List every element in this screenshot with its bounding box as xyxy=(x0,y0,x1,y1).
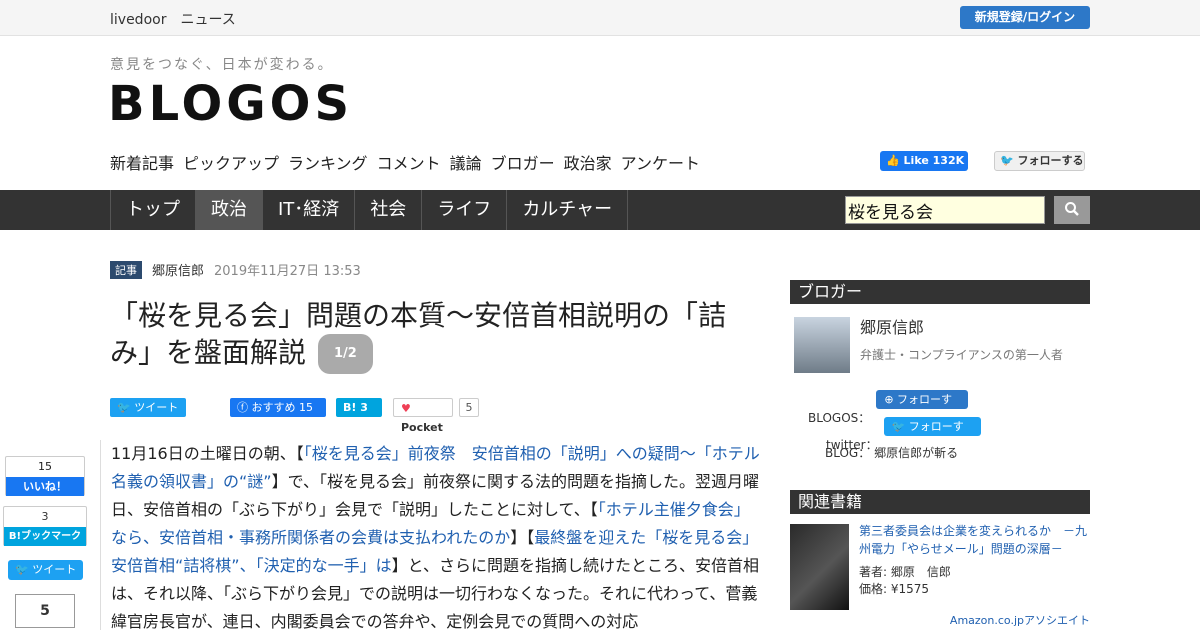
tab-culture[interactable]: カルチャー xyxy=(507,190,629,230)
site-tagline: 意見をつなぐ、日本が変わる。 xyxy=(110,57,334,73)
facebook-like-label: いいね！ xyxy=(6,477,84,496)
subnav-survey[interactable]: アンケート xyxy=(621,150,700,174)
search-input[interactable] xyxy=(845,196,1045,224)
body-text: 11月16日の土曜日の朝、【 xyxy=(111,444,304,463)
side-facebook-like[interactable]: 15 いいね！ xyxy=(5,456,85,496)
twitter-bird-icon: 🐦 xyxy=(117,401,131,414)
twitter-follow-button[interactable]: 🐦 フォローする xyxy=(994,151,1085,171)
facebook-recommend-label: おすすめ 15 xyxy=(251,401,314,414)
blogos-follow-button[interactable]: ⊕ フォローする xyxy=(876,390,969,425)
sidebar-twitter-follow-button[interactable]: 🐦 フォローする xyxy=(883,417,981,452)
article-title-text: 「桜を見る会」問題の本質～安倍首相説明の「詰み」を盤面解説 xyxy=(110,299,727,369)
tab-society[interactable]: 社会 xyxy=(355,190,423,230)
twitter-bird-icon: 🐦 xyxy=(1000,154,1014,167)
blogos-logo[interactable]: BLOGOS xyxy=(108,78,353,130)
article-body: 11月16日の土曜日の朝、【「桜を見る会」前夜祭 安倍首相の「説明」への疑問～「… xyxy=(100,440,760,630)
blog-name-link[interactable]: 郷原信郎が斬る xyxy=(874,446,958,460)
article-author[interactable]: 郷原信郎 xyxy=(152,260,204,279)
top-bar: livedoor ニュース 新規登録/ログイン xyxy=(0,0,1200,36)
subnav-pickup[interactable]: ピックアップ xyxy=(183,150,279,174)
tab-it-economy[interactable]: IT･経済 xyxy=(263,190,356,230)
book-author: 著者: 郷原 信郎 xyxy=(859,565,951,579)
facebook-like-button[interactable]: 👍 Like 132K xyxy=(880,151,968,171)
article-type-badge: 記事 xyxy=(110,260,142,279)
twitter-follow-label: フォローする xyxy=(1017,154,1084,167)
tab-top[interactable]: トップ xyxy=(111,190,196,230)
article-title: 「桜を見る会」問題の本質～安倍首相説明の「詰み」を盤面解説 1/2 xyxy=(110,298,750,374)
livedoor-news-link[interactable]: livedoor ニュース xyxy=(110,9,236,29)
side-hatena-bookmark[interactable]: 3 B!ブックマーク xyxy=(3,506,87,546)
pocket-label: Pocket xyxy=(401,421,443,434)
plus-icon: ⊕ xyxy=(884,393,894,406)
search-icon xyxy=(1065,201,1079,216)
book-cover[interactable] xyxy=(790,524,849,610)
blogger-section-header: ブロガー xyxy=(790,280,1090,304)
twitter-bird-icon: 🐦 xyxy=(891,420,906,433)
facebook-icon: ⓕ xyxy=(237,401,248,414)
subnav-bloggers[interactable]: ブロガー xyxy=(491,150,555,174)
blogger-description: 弁護士・コンプライアンスの第一人者 xyxy=(860,348,1063,362)
tab-politics[interactable]: 政治 xyxy=(196,190,263,230)
facebook-recommend-button[interactable]: ⓕ おすすめ 15 xyxy=(230,398,326,417)
page-indicator[interactable]: 1/2 xyxy=(318,334,373,374)
blog-row: BLOG： 郷原信郎が斬る xyxy=(825,444,958,461)
hatena-label: B!ブックマーク xyxy=(4,527,86,546)
subnav-new-articles[interactable]: 新着記事 xyxy=(110,150,174,174)
book-price: 価格: ¥1575 xyxy=(859,582,930,596)
tweet-button[interactable]: 🐦 ツイート xyxy=(110,398,186,417)
pocket-icon: ♥ xyxy=(401,402,411,415)
blog-label: BLOG： xyxy=(825,446,871,460)
register-login-button[interactable]: 新規登録/ログイン xyxy=(960,6,1090,29)
article-meta: 記事 郷原信郎 2019年11月27日 13:53 xyxy=(110,260,361,279)
tweet-label: ツイート xyxy=(32,563,77,576)
pocket-count: 5 xyxy=(459,398,479,417)
sidebar: ブロガー 郷原信郎 弁護士・コンプライアンスの第一人者 BLOGOS：⊕ フォロ… xyxy=(790,280,1090,627)
amazon-associate-link[interactable]: Amazon.co.jpアソシエイト xyxy=(950,612,1090,628)
related-books-header: 関連書籍 xyxy=(790,490,1090,514)
hatena-count: 3 xyxy=(41,510,49,523)
hatena-bookmark-button[interactable]: B! 3 xyxy=(336,398,382,417)
subnav-discussion[interactable]: 議論 xyxy=(450,150,482,174)
twitter-bird-icon: 🐦 xyxy=(15,563,29,576)
subnav-ranking[interactable]: ランキング xyxy=(288,150,368,174)
body-text: 】【 xyxy=(510,528,535,547)
book-meta: 著者: 郷原 信郎 価格: ¥1575 xyxy=(859,564,951,598)
article-date: 2019年11月27日 13:53 xyxy=(214,264,361,279)
side-tweet-button[interactable]: 🐦 ツイート xyxy=(8,560,83,580)
subnav-politicians[interactable]: 政治家 xyxy=(564,150,612,174)
book-title-link[interactable]: 第三者委員会は企業を変えられるか －九州電力「やらせメール」問題の深層－ xyxy=(859,522,1089,558)
tab-life[interactable]: ライフ xyxy=(422,190,508,230)
sub-navigation: 新着記事 ピックアップ ランキング コメント 議論 ブロガー 政治家 アンケート xyxy=(110,150,700,174)
subnav-comments[interactable]: コメント xyxy=(377,150,441,174)
thumbs-up-icon: 👍 xyxy=(886,154,900,167)
blogger-name[interactable]: 郷原信郎 xyxy=(860,314,924,338)
blogger-avatar[interactable] xyxy=(794,317,850,373)
pocket-button[interactable]: ♥ Pocket xyxy=(393,398,453,434)
side-pocket-count[interactable]: 5 xyxy=(15,594,75,628)
facebook-like-count: 15 xyxy=(38,460,52,473)
tweet-label: ツイート xyxy=(134,401,179,414)
facebook-like-label: Like 132K xyxy=(903,154,965,167)
search-button[interactable] xyxy=(1054,196,1090,224)
